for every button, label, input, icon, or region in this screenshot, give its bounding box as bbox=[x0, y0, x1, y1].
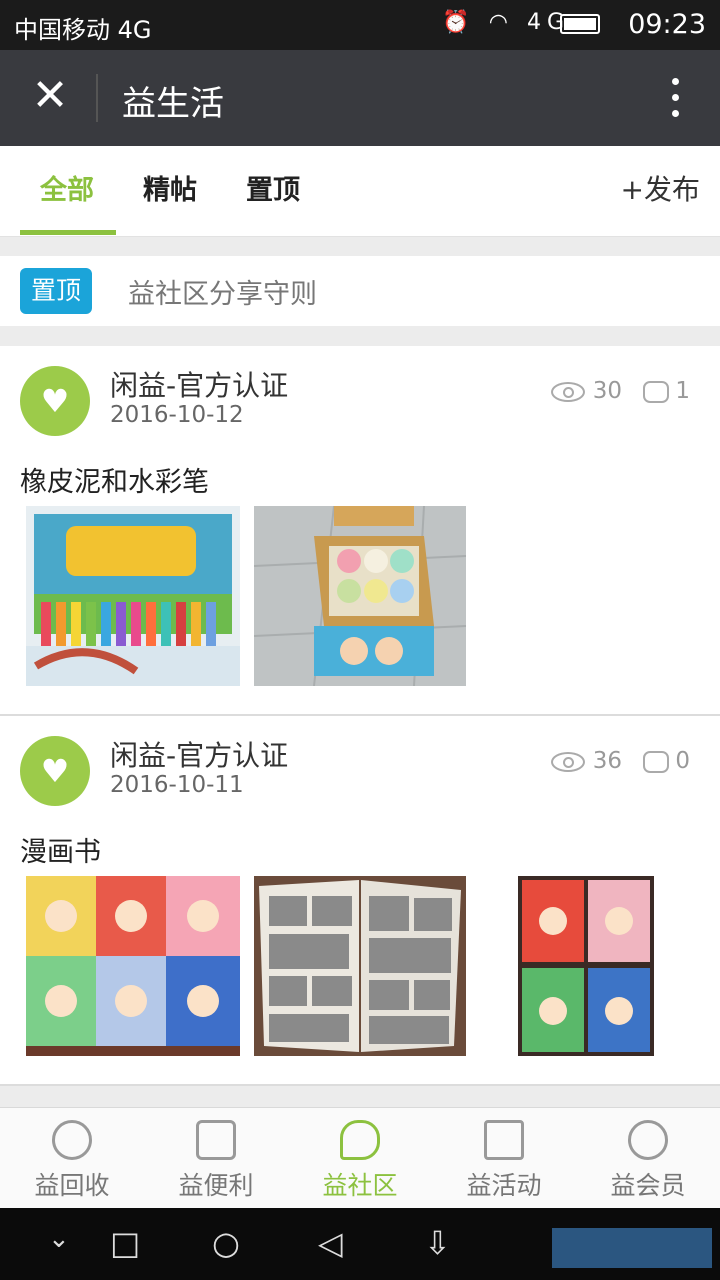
title-divider bbox=[96, 74, 98, 122]
view-count: 36 bbox=[550, 748, 622, 774]
tab-bar: 全部 精帖 置顶 +发布 bbox=[0, 146, 720, 237]
avatar: ♥ bbox=[20, 736, 90, 806]
nav-label: 益回收 bbox=[34, 1171, 110, 1200]
comment-count: 1 bbox=[643, 378, 690, 404]
post-date: 2016-10-12 bbox=[110, 402, 244, 428]
tab-pinned[interactable]: 置顶 bbox=[246, 168, 300, 207]
notification-pull-icon[interactable]: ⇩ bbox=[424, 1224, 451, 1262]
view-count: 30 bbox=[550, 378, 622, 404]
views-value: 30 bbox=[592, 378, 622, 404]
comments-value: 0 bbox=[675, 748, 690, 774]
page-title: 益生活 bbox=[122, 84, 224, 124]
system-nav-bar: ⌄ □ ○ ◁ ⇩ bbox=[0, 1208, 720, 1280]
eye-icon bbox=[550, 751, 585, 772]
status-bar: 中国移动 4G ⏰ ◠ 4G 09:23 bbox=[0, 0, 720, 50]
status-icons: ⏰ ◠ 4G bbox=[442, 10, 570, 35]
eye-icon bbox=[550, 381, 585, 402]
close-icon[interactable]: ✕ bbox=[28, 72, 72, 120]
heart-hands-icon: ♥ bbox=[40, 382, 70, 420]
back-icon[interactable]: ◁ bbox=[318, 1224, 343, 1262]
title-bar: ✕ 益生活 bbox=[0, 50, 720, 146]
comment-count: 0 bbox=[643, 748, 690, 774]
nav-label: 益便利 bbox=[178, 1171, 254, 1200]
watermark-logo bbox=[552, 1228, 712, 1268]
carrier-label: 中国移动 4G bbox=[14, 16, 152, 44]
more-vertical-icon[interactable] bbox=[670, 78, 680, 118]
member-face-icon bbox=[628, 1120, 668, 1160]
pinned-badge: 置顶 bbox=[20, 268, 92, 314]
heart-hands-icon: ♥ bbox=[40, 752, 70, 790]
nav-label: 益活动 bbox=[466, 1171, 542, 1200]
nav-member[interactable]: 益会员 bbox=[576, 1108, 720, 1209]
tab-featured[interactable]: 精帖 bbox=[143, 168, 197, 207]
post-author: 闲益-官方认证 bbox=[110, 369, 289, 402]
post-image[interactable] bbox=[26, 506, 240, 686]
publish-button[interactable]: +发布 bbox=[621, 168, 700, 208]
nav-community[interactable]: 益社区 bbox=[288, 1108, 432, 1209]
pinned-post-title: 益社区分享守则 bbox=[128, 279, 317, 310]
store-icon bbox=[196, 1120, 236, 1160]
post-date: 2016-10-11 bbox=[110, 772, 244, 798]
views-value: 36 bbox=[592, 748, 622, 774]
post-author: 闲益-官方认证 bbox=[110, 739, 289, 772]
nav-label: 益会员 bbox=[610, 1171, 686, 1200]
post-card[interactable]: ♥ 闲益-官方认证 2016-10-12 30 1 橡皮泥和水彩笔 bbox=[0, 346, 720, 714]
pinned-post-row[interactable]: 置顶 益社区分享守则 bbox=[0, 256, 720, 326]
bottom-nav: 益回收 益便利 益社区 益活动 益会员 bbox=[0, 1107, 720, 1209]
recent-apps-icon[interactable]: □ bbox=[110, 1224, 140, 1262]
post-title: 橡皮泥和水彩笔 bbox=[20, 467, 209, 498]
recycle-icon bbox=[52, 1120, 92, 1160]
comment-icon bbox=[643, 750, 670, 773]
gift-icon bbox=[484, 1120, 524, 1160]
post-card[interactable]: ♥ 闲益-官方认证 2016-10-11 36 0 漫画书 bbox=[0, 716, 720, 1084]
post-image[interactable] bbox=[26, 876, 240, 1056]
post-image[interactable] bbox=[518, 876, 654, 1056]
post-image[interactable] bbox=[254, 506, 466, 686]
post-image[interactable] bbox=[254, 876, 466, 1056]
chevron-down-icon[interactable]: ⌄ bbox=[48, 1224, 70, 1254]
post-title: 漫画书 bbox=[20, 837, 101, 868]
nav-activities[interactable]: 益活动 bbox=[432, 1108, 576, 1209]
chat-bubbles-icon bbox=[340, 1120, 380, 1160]
nav-recycle[interactable]: 益回收 bbox=[0, 1108, 144, 1209]
tab-all[interactable]: 全部 bbox=[40, 168, 94, 207]
battery-icon bbox=[560, 14, 600, 34]
nav-label: 益社区 bbox=[322, 1171, 398, 1200]
clock: 09:23 bbox=[628, 9, 706, 40]
home-icon[interactable]: ○ bbox=[212, 1224, 240, 1262]
nav-convenience[interactable]: 益便利 bbox=[144, 1108, 288, 1209]
comment-icon bbox=[643, 380, 670, 403]
post-divider bbox=[0, 1084, 720, 1086]
avatar: ♥ bbox=[20, 366, 90, 436]
active-tab-indicator bbox=[20, 230, 116, 235]
comments-value: 1 bbox=[675, 378, 690, 404]
